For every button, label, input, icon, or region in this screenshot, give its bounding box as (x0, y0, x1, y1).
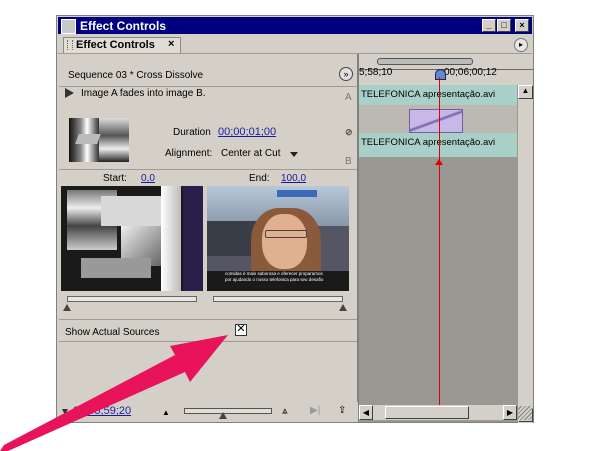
annotation-arrow-icon (0, 335, 228, 451)
